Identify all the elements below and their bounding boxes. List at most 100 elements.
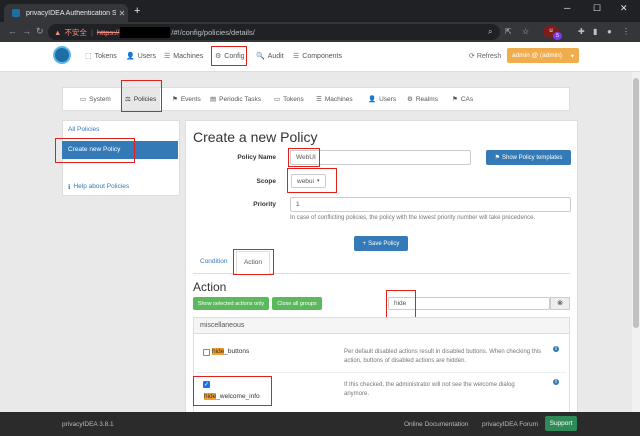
support-button[interactable]: Support xyxy=(545,416,577,431)
nav-audit[interactable]: 🔍 Audit xyxy=(256,52,284,61)
highlight-match: hide xyxy=(212,348,225,355)
token-icon: ⬚ xyxy=(85,53,92,60)
caret-down-icon: ▾ xyxy=(570,52,574,60)
hide-welcome-desc: If this checked, the administrator will … xyxy=(344,382,515,397)
action-heading: Action xyxy=(193,280,227,294)
subnav-periodic-label: Periodic Tasks xyxy=(219,95,261,103)
share-icon[interactable]: ⇱ xyxy=(505,27,512,36)
highlight-create-policy xyxy=(55,138,135,163)
privacyidea-logo[interactable] xyxy=(53,46,71,64)
subnav-events[interactable]: ⚑ Events xyxy=(172,95,201,104)
highlight-config xyxy=(211,46,247,66)
hide-buttons-label: hide_buttons xyxy=(212,348,249,355)
subnav-system-label: System xyxy=(89,95,111,103)
subnav-machines-label: Machines xyxy=(324,95,353,103)
admin-label: admin @ (admin) xyxy=(512,52,562,59)
subnav-tokens-label: Tokens xyxy=(283,95,304,103)
refresh-icon: ⟳ xyxy=(469,53,477,60)
url-scheme: https:// xyxy=(96,27,120,37)
refresh-button[interactable]: ⟳ Refresh xyxy=(469,52,501,60)
subnav-periodic[interactable]: ▤ Periodic Tasks xyxy=(210,95,261,104)
flag-icon: ⚑ xyxy=(172,96,178,103)
footer-version: privacyIDEA 3.8.1 xyxy=(62,421,114,428)
close-groups-button[interactable]: Close all groups xyxy=(272,297,322,310)
tab-close-icon[interactable]: ✕ xyxy=(116,9,128,18)
subnav-users[interactable]: 👤 Users xyxy=(368,95,396,104)
minimize-icon[interactable]: ─ xyxy=(564,3,570,13)
menu-icon[interactable]: ⋮ xyxy=(622,27,630,36)
show-templates-button[interactable]: ⚑ Show Policy templates xyxy=(486,150,571,165)
redacted-host xyxy=(120,26,171,38)
priority-help-text: In case of conflicting policies, the pol… xyxy=(290,215,536,221)
footer-forum-link[interactable]: privacyIDEA Forum xyxy=(482,421,538,428)
calendar-icon: ▤ xyxy=(210,96,217,103)
nav-users-label: Users xyxy=(137,52,156,60)
sidebar-all-policies[interactable]: All Policies xyxy=(68,126,99,133)
plus-icon: + xyxy=(362,240,367,247)
sidebar-help-link[interactable]: ℹ Help about Policies xyxy=(68,183,129,191)
new-tab-button[interactable]: + xyxy=(134,5,140,17)
bookmark-star-icon[interactable]: ☆ xyxy=(522,27,529,36)
warning-icon: ▲ xyxy=(54,27,62,37)
subnav-system[interactable]: ▭ System xyxy=(80,95,111,104)
list-icon: ☰ xyxy=(164,53,171,60)
group-miscellaneous-header[interactable]: miscellaneous xyxy=(193,317,570,334)
nav-components[interactable]: ☰ Components xyxy=(293,52,342,61)
flag-icon: ⚑ xyxy=(452,96,458,103)
save-policy-button[interactable]: + Save Policy xyxy=(354,236,408,251)
priority-input[interactable]: 1 xyxy=(290,197,571,212)
token-icon: ▭ xyxy=(274,96,281,103)
browser-tab[interactable]: privacyIDEA Authentication Sy ✕ xyxy=(4,4,128,22)
separator: | xyxy=(90,27,93,37)
subnav-tokens[interactable]: ▭ Tokens xyxy=(274,95,304,104)
refresh-label: Refresh xyxy=(476,53,502,60)
priority-label: Priority xyxy=(253,201,276,208)
forward-icon[interactable]: → xyxy=(22,26,31,36)
insecure-label: 不安全 xyxy=(64,27,87,37)
tab-condition[interactable]: Condition xyxy=(200,258,227,265)
highlight-hide-welcome xyxy=(193,376,272,406)
hide-buttons-desc: Per default disabled actions result in d… xyxy=(344,349,542,364)
row-divider xyxy=(196,372,566,373)
sidebar-icon[interactable]: ▮ xyxy=(593,27,597,36)
highlight-policy-name xyxy=(288,148,320,167)
user-icon: 👤 xyxy=(368,96,377,103)
subnav-events-label: Events xyxy=(180,95,201,103)
extension-badge: 5 xyxy=(553,32,562,40)
info-icon[interactable]: i xyxy=(553,379,559,385)
flag-icon: ⚑ xyxy=(494,155,500,161)
puzzle-icon[interactable]: ✚ xyxy=(578,27,585,36)
highlight-action-tab xyxy=(233,249,274,275)
show-selected-button[interactable]: Show selected actions only xyxy=(193,297,269,310)
nav-components-label: Components xyxy=(302,52,342,60)
hide-buttons-checkbox[interactable] xyxy=(203,349,210,356)
info-icon[interactable]: i xyxy=(553,346,559,352)
highlight-scope xyxy=(287,168,337,193)
footer-docs-link[interactable]: Online Documentation xyxy=(404,421,468,428)
list-icon: ☰ xyxy=(316,96,322,103)
clear-filter-button[interactable]: ⊗ xyxy=(550,297,570,310)
sidebar-help-label: Help about Policies xyxy=(73,183,130,190)
scrollbar-thumb[interactable] xyxy=(633,78,639,328)
admin-dropdown[interactable]: admin @ (admin) ▾ xyxy=(507,48,579,63)
back-icon[interactable]: ← xyxy=(8,26,17,36)
subnav-cas[interactable]: ⚑ CAs xyxy=(452,95,473,104)
info-icon: ℹ xyxy=(68,184,71,191)
reload-icon[interactable]: ↻ xyxy=(36,26,44,37)
list-icon: ☰ xyxy=(293,53,300,60)
nav-users[interactable]: 👤 Users xyxy=(126,52,156,61)
profile-icon[interactable]: ● xyxy=(607,27,612,36)
maximize-icon[interactable]: ☐ xyxy=(593,3,601,14)
subnav-machines[interactable]: ☰ Machines xyxy=(316,95,353,104)
nav-tokens-label: Tokens xyxy=(94,52,117,60)
subnav-realms[interactable]: ⚙ Realms xyxy=(407,95,438,104)
highlight-policies xyxy=(121,80,162,112)
search-icon[interactable]: ⌕ xyxy=(488,27,492,37)
nav-tokens[interactable]: ⬚ Tokens xyxy=(85,52,117,61)
window-close-icon[interactable]: ✕ xyxy=(620,3,628,14)
address-bar[interactable]: ▲ 不安全 | https:// /#!/config/policies/det… xyxy=(48,24,500,40)
nav-machines[interactable]: ☰ Machines xyxy=(164,52,203,61)
favicon-icon xyxy=(12,9,20,17)
action-name-rest: _buttons xyxy=(224,348,250,355)
tab-title: privacyIDEA Authentication Sy xyxy=(26,9,116,17)
